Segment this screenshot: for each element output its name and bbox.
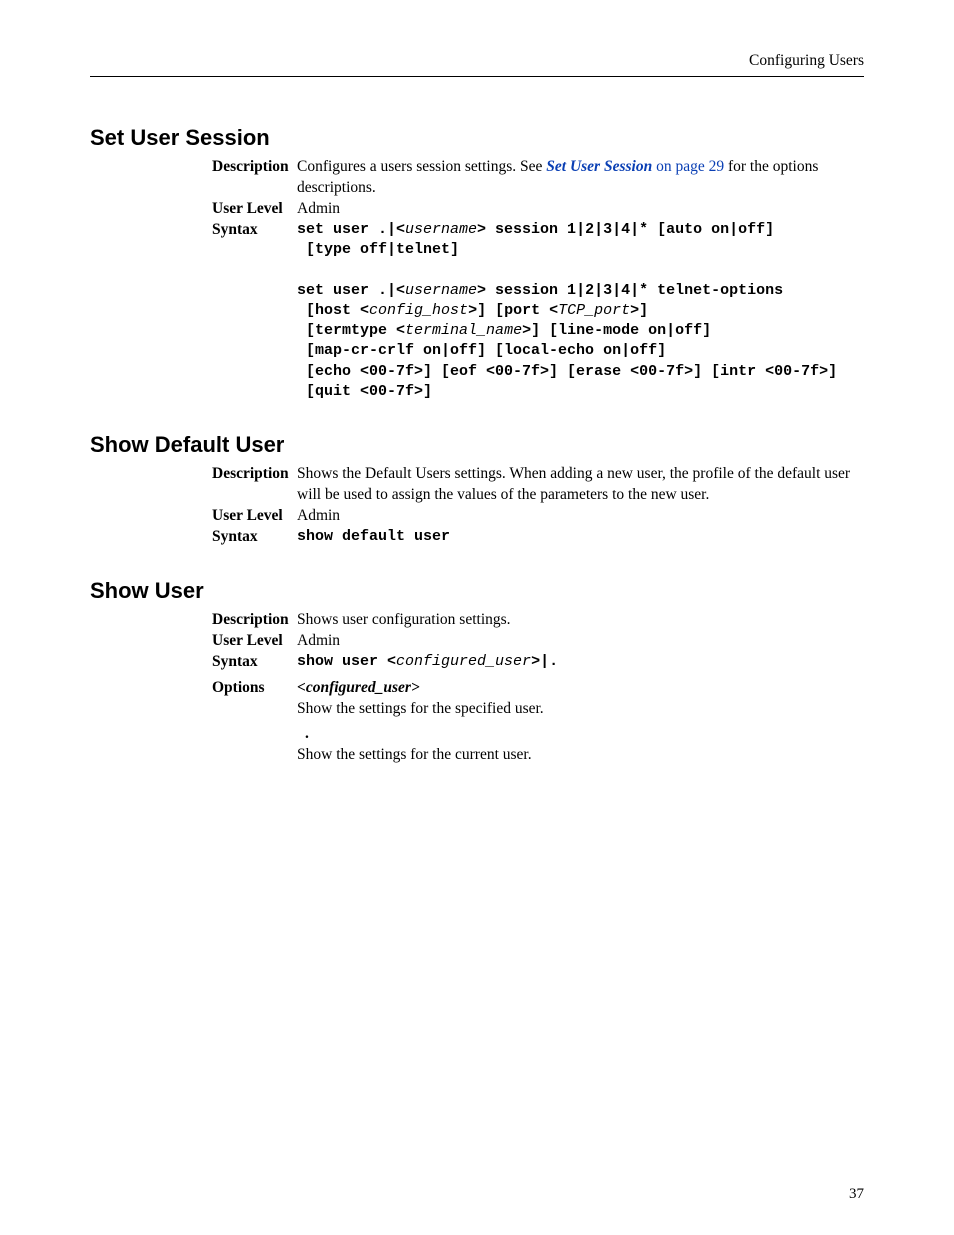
- user-level-row: User Level Admin: [212, 506, 864, 527]
- page-header: Configuring Users: [90, 52, 864, 77]
- options-value: <configured_user> Show the settings for …: [297, 678, 864, 766]
- syntax-code-block-1: set user .|<username> session 1|2|3|4|* …: [297, 220, 864, 402]
- syntax-row: Syntax show default user: [212, 527, 864, 548]
- user-level-value: Admin: [297, 506, 864, 527]
- user-level-row: User Level Admin: [212, 631, 864, 652]
- option-name-1: <configured_user>: [297, 678, 864, 699]
- section-set-user-session: Set User Session Description Configures …: [90, 125, 864, 402]
- syntax-value: show default user: [297, 527, 864, 547]
- syntax-label: Syntax: [212, 220, 297, 241]
- user-level-value: Admin: [297, 199, 864, 220]
- user-level-value: Admin: [297, 631, 864, 652]
- desc-link-tail[interactable]: on page 29: [652, 158, 724, 175]
- description-row: Description Shows user configuration set…: [212, 610, 864, 631]
- section-show-user: Show User Description Shows user configu…: [90, 578, 864, 766]
- syntax-row: Syntax show user <configured_user>|.: [212, 652, 864, 673]
- options-label: Options: [212, 678, 297, 699]
- syntax-code: show user <configured_user>|.: [297, 652, 864, 672]
- description-text: Shows the Default Users settings. When a…: [297, 464, 864, 506]
- section-heading: Show User: [90, 578, 864, 604]
- user-level-label: User Level: [212, 631, 297, 652]
- user-level-row: User Level Admin: [212, 199, 864, 220]
- syntax-code-text: show default user: [297, 528, 450, 545]
- section-heading: Show Default User: [90, 432, 864, 458]
- syntax-code: show default user: [297, 527, 864, 547]
- syntax-value: show user <configured_user>|.: [297, 652, 864, 672]
- desc-pre: Configures a users session settings. See: [297, 158, 546, 175]
- section-heading: Set User Session: [90, 125, 864, 151]
- syntax-label: Syntax: [212, 652, 297, 673]
- description-text: Configures a users session settings. See…: [297, 157, 864, 199]
- description-text: Shows user configuration settings.: [297, 610, 864, 631]
- option-name-2: .: [297, 724, 864, 745]
- description-label: Description: [212, 610, 297, 631]
- options-row: Options <configured_user> Show the setti…: [212, 678, 864, 766]
- description-row: Description Configures a users session s…: [212, 157, 864, 199]
- option-text-2: Show the settings for the current user.: [297, 745, 864, 766]
- page: Configuring Users Set User Session Descr…: [0, 0, 954, 1235]
- syntax-row: Syntax set user .|<username> session 1|2…: [212, 220, 864, 402]
- page-number: 37: [849, 1186, 864, 1203]
- desc-link[interactable]: Set User Session: [546, 158, 652, 175]
- option-text-1: Show the settings for the specified user…: [297, 699, 864, 720]
- description-label: Description: [212, 157, 297, 178]
- user-level-label: User Level: [212, 199, 297, 220]
- description-row: Description Shows the Default Users sett…: [212, 464, 864, 506]
- section-show-default-user: Show Default User Description Shows the …: [90, 432, 864, 548]
- user-level-label: User Level: [212, 506, 297, 527]
- description-label: Description: [212, 464, 297, 485]
- syntax-value: set user .|<username> session 1|2|3|4|* …: [297, 220, 864, 402]
- syntax-label: Syntax: [212, 527, 297, 548]
